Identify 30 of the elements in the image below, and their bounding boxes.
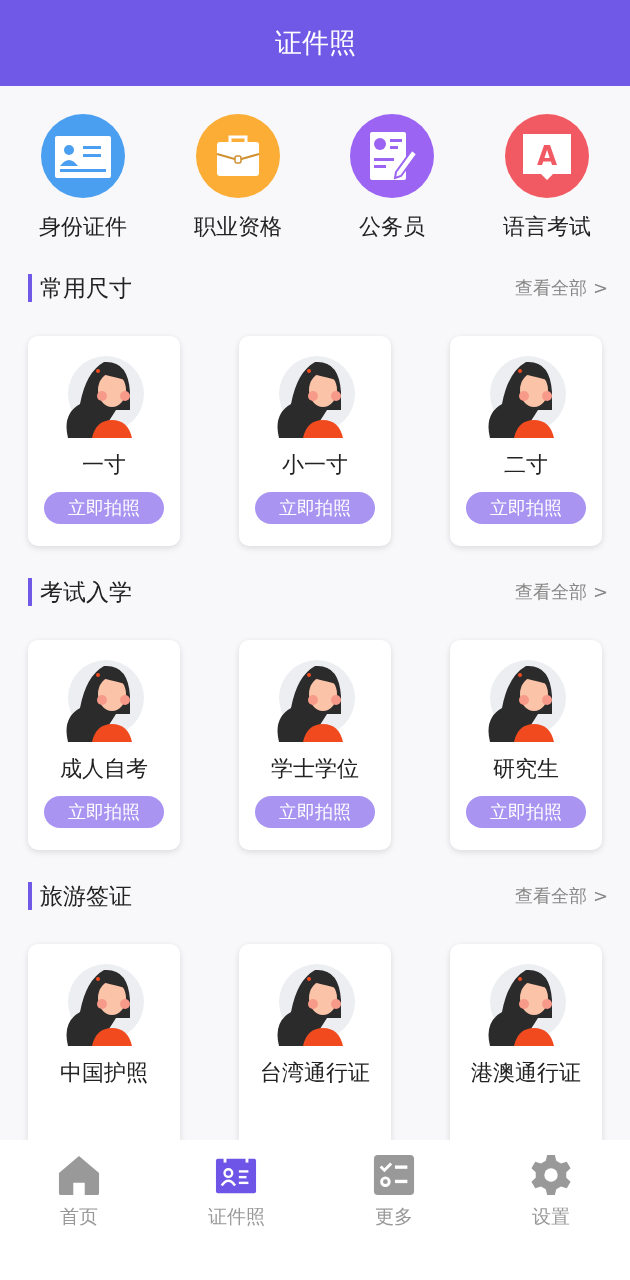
category-item[interactable]: 公务员: [317, 114, 468, 242]
size-name: 小一寸: [282, 451, 348, 479]
size-name: 研究生: [493, 755, 559, 783]
photo-size-card[interactable]: 二寸 立即拍照: [450, 336, 602, 546]
letter-glyph: A: [536, 141, 557, 171]
section-title: 常用尺寸: [28, 274, 132, 302]
category-item[interactable]: 身份证件: [8, 114, 159, 242]
size-name: 一寸: [82, 451, 126, 479]
size-name: 港澳通行证: [471, 1059, 581, 1087]
photo-size-card[interactable]: 小一寸 立即拍照: [239, 336, 391, 546]
home-icon: [57, 1154, 100, 1196]
size-name: 台湾通行证: [260, 1059, 370, 1087]
photo-size-card[interactable]: 学士学位 立即拍照: [239, 640, 391, 850]
size-name: 中国护照: [60, 1059, 148, 1087]
category-item[interactable]: A 语言考试: [471, 114, 622, 242]
category-item[interactable]: 职业资格: [162, 114, 313, 242]
section-title: 考试入学: [28, 578, 132, 606]
page-title: 证件照: [274, 26, 356, 60]
photo-size-card[interactable]: 一寸 立即拍照: [28, 336, 180, 546]
photo-size-card[interactable]: 成人自考 立即拍照: [28, 640, 180, 850]
photo-size-card[interactable]: 台湾通行证: [239, 944, 391, 1140]
checklist-icon: [372, 1154, 415, 1196]
size-name: 学士学位: [271, 755, 359, 783]
photo-size-card[interactable]: 港澳通行证: [450, 944, 602, 1140]
size-name: 成人自考: [60, 755, 148, 783]
size-name: 二寸: [504, 451, 548, 479]
photo-size-card[interactable]: 中国护照: [28, 944, 180, 1140]
settings-icon: [530, 1154, 573, 1196]
section-title: 旅游签证: [28, 882, 132, 910]
photo-size-card[interactable]: 研究生 立即拍照: [450, 640, 602, 850]
